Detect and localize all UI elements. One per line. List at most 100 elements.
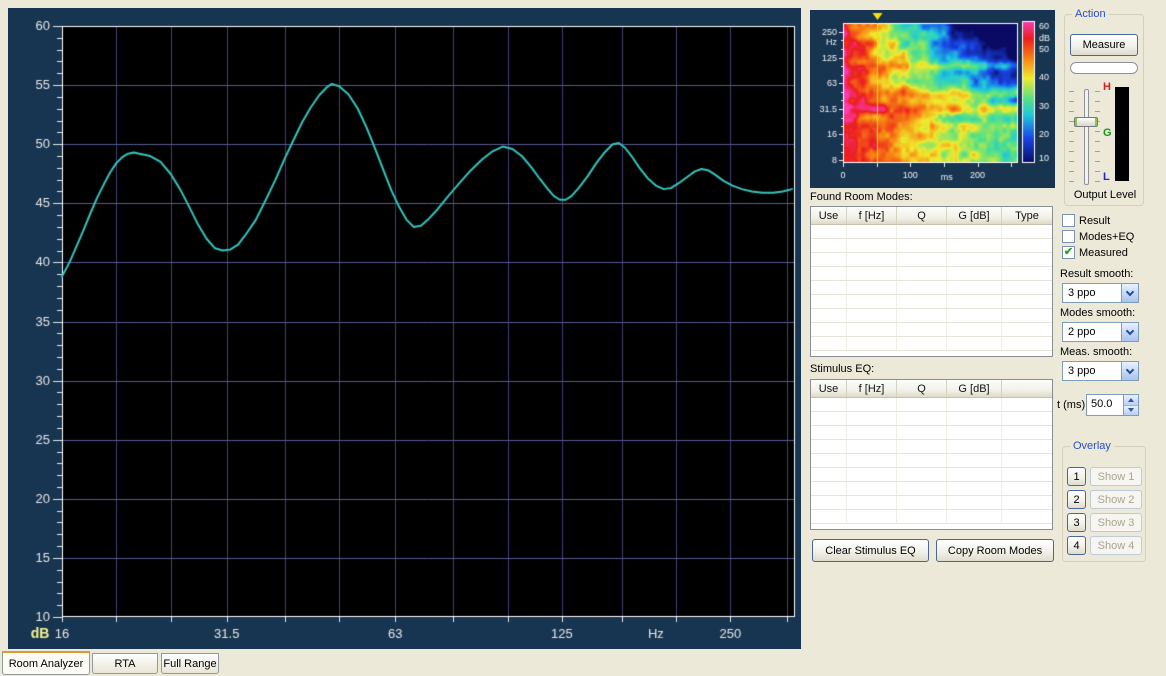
table-row[interactable]: [811, 309, 1052, 323]
meter-low-label: L: [1103, 171, 1110, 183]
show-3-button[interactable]: Show 3: [1090, 513, 1142, 532]
modes-eq-checkbox-label: Modes+EQ: [1079, 231, 1134, 243]
measured-checkbox[interactable]: ✔: [1062, 246, 1075, 259]
measure-progress-bar: [1070, 62, 1138, 74]
result-smooth-label: Result smooth:: [1060, 268, 1133, 280]
result-smooth-value: 3 ppo: [1063, 287, 1121, 299]
measured-checkbox-label: Measured: [1079, 247, 1128, 259]
output-level-label: Output Level: [1065, 189, 1145, 201]
measured-checkbox-row: ✔ Measured: [1062, 246, 1128, 259]
table-row[interactable]: [811, 412, 1052, 426]
meter-good-label: G: [1103, 127, 1112, 139]
table-row[interactable]: [811, 496, 1052, 510]
meas-smooth-value: 3 ppo: [1063, 365, 1121, 377]
overlay-group-title: Overlay: [1070, 440, 1114, 452]
column-header-freq[interactable]: f [Hz]: [847, 380, 897, 397]
column-header-freq[interactable]: f [Hz]: [847, 207, 897, 224]
tab-room-analyzer[interactable]: Room Analyzer: [2, 651, 90, 675]
overlay-3-button[interactable]: 3: [1067, 513, 1086, 532]
output-level-slider[interactable]: [1084, 89, 1089, 185]
slider-ticks-left: [1069, 91, 1074, 183]
column-header-blank[interactable]: [1002, 380, 1052, 397]
meter-high-label: H: [1103, 81, 1111, 93]
time-window-label: t (ms): [1057, 399, 1085, 411]
result-checkbox-label: Result: [1079, 215, 1110, 227]
stimulus-eq-label: Stimulus EQ:: [810, 363, 874, 375]
table-row[interactable]: [811, 239, 1052, 253]
spinner-up-button[interactable]: [1124, 395, 1138, 405]
table-row[interactable]: [811, 337, 1052, 351]
arrow-down-icon: [1128, 408, 1134, 412]
tab-rta[interactable]: RTA: [92, 653, 158, 674]
modes-smooth-label: Modes smooth:: [1060, 307, 1135, 319]
tab-full-range[interactable]: Full Range: [161, 653, 219, 674]
found-room-modes-table: Use f [Hz] Q G [dB] Type: [810, 206, 1053, 357]
column-header-gain[interactable]: G [dB]: [947, 207, 1002, 224]
table-row[interactable]: [811, 510, 1052, 524]
chevron-down-icon: [1126, 326, 1134, 334]
column-header-q[interactable]: Q: [897, 207, 947, 224]
table-body: [811, 398, 1052, 524]
chevron-down-icon: [1126, 287, 1134, 295]
overlay-groupbox: Overlay 1 Show 1 2 Show 2 3 Show 3 4 Sho…: [1062, 446, 1146, 562]
frequency-response-panel: [8, 8, 801, 649]
modes-eq-checkbox[interactable]: [1062, 230, 1075, 243]
result-checkbox[interactable]: [1062, 214, 1075, 227]
clear-stimulus-eq-button[interactable]: Clear Stimulus EQ: [812, 539, 929, 562]
column-header-q[interactable]: Q: [897, 380, 947, 397]
table-row[interactable]: [811, 440, 1052, 454]
dropdown-arrow-button[interactable]: [1121, 284, 1138, 302]
overlay-4-button[interactable]: 4: [1067, 536, 1086, 555]
show-2-button[interactable]: Show 2: [1090, 490, 1142, 509]
spinner-down-button[interactable]: [1124, 405, 1138, 416]
modes-eq-checkbox-row: Modes+EQ: [1062, 230, 1134, 243]
meas-smooth-dropdown[interactable]: 3 ppo: [1062, 361, 1139, 381]
table-row[interactable]: [811, 281, 1052, 295]
measure-button[interactable]: Measure: [1070, 34, 1138, 56]
time-window-spinner[interactable]: 50.0: [1086, 394, 1139, 416]
tab-bar: Room Analyzer RTA Full Range: [2, 651, 302, 676]
result-checkbox-row: Result: [1062, 214, 1110, 227]
table-row[interactable]: [811, 454, 1052, 468]
chevron-down-icon: [1126, 365, 1134, 373]
table-row[interactable]: [811, 225, 1052, 239]
arrow-up-icon: [1128, 398, 1134, 402]
table-row[interactable]: [811, 295, 1052, 309]
time-window-value: 50.0: [1087, 395, 1123, 415]
table-row[interactable]: [811, 398, 1052, 412]
result-smooth-dropdown[interactable]: 3 ppo: [1062, 283, 1139, 303]
table-row[interactable]: [811, 267, 1052, 281]
modes-smooth-dropdown[interactable]: 2 ppo: [1062, 322, 1139, 342]
slider-ticks-right: [1095, 91, 1100, 183]
column-header-use[interactable]: Use: [811, 380, 847, 397]
overlay-1-button[interactable]: 1: [1067, 467, 1086, 486]
stimulus-eq-table: Use f [Hz] Q G [dB]: [810, 379, 1053, 530]
show-4-button[interactable]: Show 4: [1090, 536, 1142, 555]
table-row[interactable]: [811, 426, 1052, 440]
found-room-modes-label: Found Room Modes:: [810, 191, 913, 203]
table-row[interactable]: [811, 253, 1052, 267]
table-row[interactable]: [811, 323, 1052, 337]
show-1-button[interactable]: Show 1: [1090, 467, 1142, 486]
table-body: [811, 225, 1052, 351]
copy-room-modes-button[interactable]: Copy Room Modes: [936, 539, 1054, 562]
table-header: Use f [Hz] Q G [dB] Type: [811, 207, 1052, 225]
modes-smooth-value: 2 ppo: [1063, 326, 1121, 338]
spinner-buttons: [1123, 395, 1138, 415]
output-level-slider-thumb[interactable]: [1074, 117, 1098, 127]
action-groupbox: Action Measure H G L Output Level: [1064, 14, 1144, 206]
table-row[interactable]: [811, 482, 1052, 496]
table-header: Use f [Hz] Q G [dB]: [811, 380, 1052, 398]
spectrogram-chart[interactable]: [810, 10, 1055, 188]
table-row[interactable]: [811, 468, 1052, 482]
meas-smooth-label: Meas. smooth:: [1060, 346, 1132, 358]
column-header-use[interactable]: Use: [811, 207, 847, 224]
column-header-type[interactable]: Type: [1002, 207, 1052, 224]
overlay-2-button[interactable]: 2: [1067, 490, 1086, 509]
action-group-title: Action: [1072, 8, 1109, 20]
output-level-meter: [1115, 87, 1129, 181]
dropdown-arrow-button[interactable]: [1121, 362, 1138, 380]
dropdown-arrow-button[interactable]: [1121, 323, 1138, 341]
frequency-response-chart: [8, 8, 801, 649]
column-header-gain[interactable]: G [dB]: [947, 380, 1002, 397]
